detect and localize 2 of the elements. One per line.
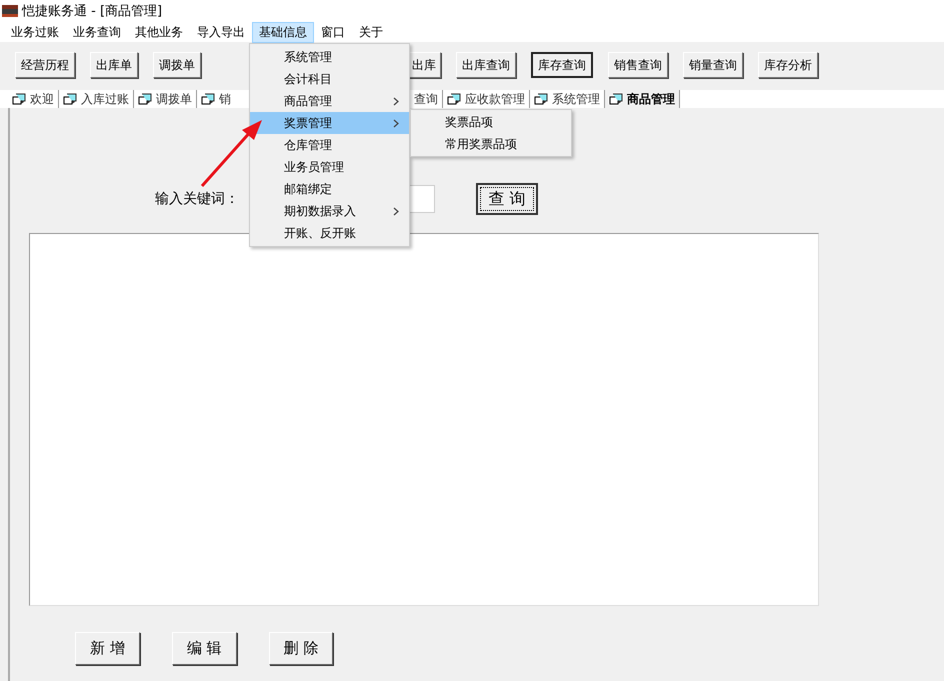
window-title: 恺捷账务通 - [商品管理]	[22, 3, 162, 20]
keyword-label: 输入关键词：	[155, 190, 239, 208]
